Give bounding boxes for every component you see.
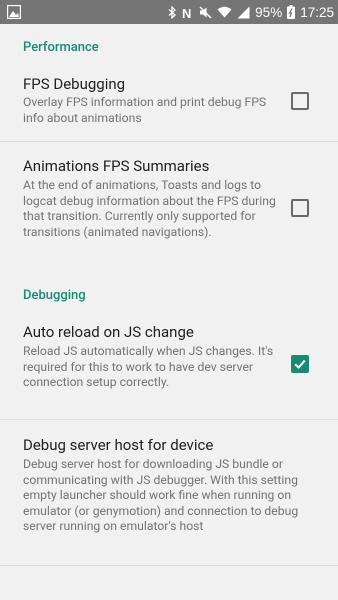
pref-animations-fps-summaries[interactable]: Animations FPS Summaries At the end of a… [0,142,338,284]
pref-fps-debugging[interactable]: FPS Debugging Overlay FPS information an… [0,62,338,142]
divider [0,565,338,566]
svg-text:N: N [182,6,191,19]
auto-reload-js-checkbox[interactable] [291,355,309,373]
wifi-icon [217,6,232,18]
mute-icon [199,6,212,19]
category-performance: Performance [23,40,99,55]
clock-time: 17:25 [300,4,334,20]
pref-summary: Overlay FPS information and print debug … [23,95,267,125]
pref-title: Auto reload on JS change [23,323,194,341]
battery-percent: 95% [255,4,283,20]
pref-title: Debug server host for device [23,436,214,454]
pref-auto-reload-js[interactable]: Auto reload on JS change Reload JS autom… [0,310,338,420]
pref-title: Animations FPS Summaries [23,157,210,175]
pref-title: FPS Debugging [23,75,126,93]
signal-icon [237,6,250,19]
pref-summary: Reload JS automatically when JS changes.… [23,344,274,389]
checkmark-icon [294,359,306,369]
status-bar: N 95% 17:25 [0,0,338,24]
animations-fps-summaries-checkbox[interactable] [291,199,309,217]
gallery-notification-icon [6,4,22,24]
pref-summary: Debug server host for downloading JS bun… [23,457,299,533]
nfc-icon: N [182,6,194,19]
battery-icon [287,5,296,19]
bluetooth-icon [168,5,177,19]
fps-debugging-checkbox[interactable] [291,92,309,110]
pref-debug-server-host[interactable]: Debug server host for device Debug serve… [0,420,338,566]
pref-summary: At the end of animations, Toasts and log… [23,178,276,239]
category-debugging: Debugging [23,288,86,303]
